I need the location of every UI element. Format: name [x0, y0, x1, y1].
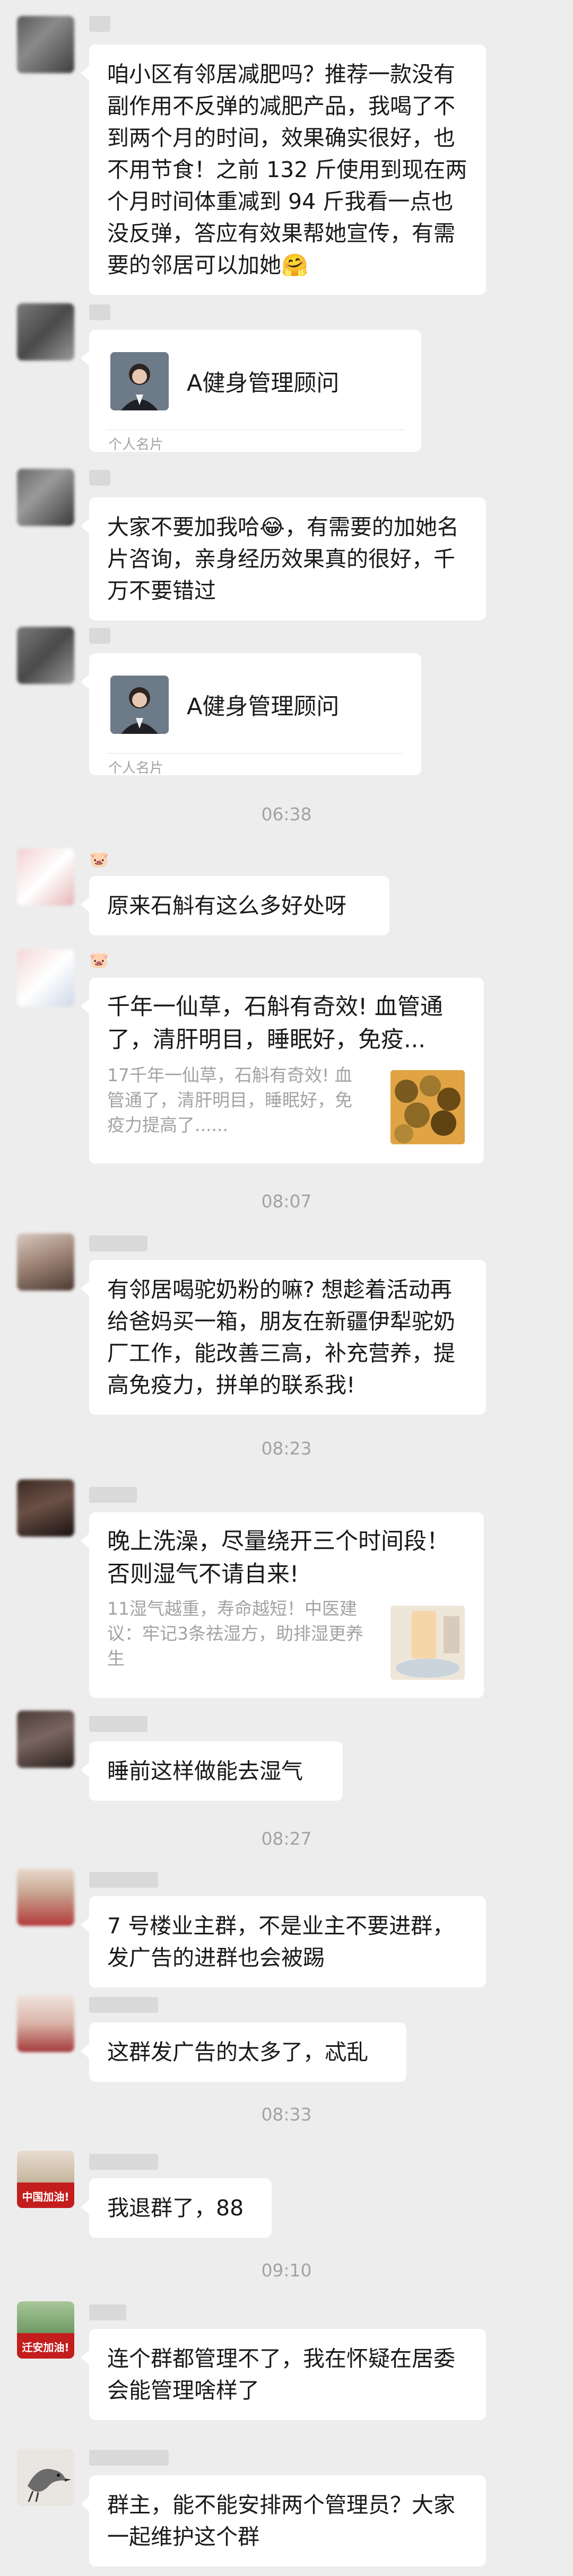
message-bubble[interactable]: 睡前这样做能去湿气	[81, 1741, 343, 1801]
timestamp: 09:10	[261, 2260, 312, 2281]
article-thumbnail	[390, 1070, 465, 1144]
article-summary: 11湿气越重，寿命越短！中医建议：牢记3条祛湿方，助排湿更养生	[107, 1598, 363, 1669]
message-bubble[interactable]: 7 号楼业主群，不是业主不要进群，发广告的进群也会被踢	[81, 1896, 486, 1987]
sender-name	[89, 1716, 147, 1732]
avatar[interactable]	[17, 949, 74, 1006]
contact-card[interactable]: A健身管理顾问 个人名片	[81, 653, 421, 776]
contact-photo	[110, 676, 169, 734]
message-bubble[interactable]: 有邻居喝驼奶粉的嘛? 想趁着活动再给爸妈买一箱，朋友在新疆伊犁驼奶厂工作，能改善…	[81, 1260, 486, 1415]
avatar[interactable]	[17, 1711, 74, 1768]
person-icon	[110, 352, 169, 410]
message-text: 群主，能不能安排两个管理员？大家一起维护这个群	[107, 2492, 455, 2549]
sender-name	[89, 2450, 169, 2466]
person-icon	[110, 676, 169, 734]
shared-article-card[interactable]: 晚上洗澡，尽量绕开三个时间段！否则湿气不请自来! 11湿气越重，寿命越短！中医建…	[81, 1512, 484, 1698]
message-text: 大家不要加我哈😂，有需要的加她名片咨询，亲身经历效果真的很好，千万不要错过	[107, 514, 459, 603]
message-bubble[interactable]: 我退群了，88	[81, 2178, 272, 2238]
pig-emoji: 🐷	[89, 851, 109, 869]
avatar[interactable]	[17, 303, 74, 361]
contact-card[interactable]: A健身管理顾问 个人名片	[81, 330, 421, 453]
avatar[interactable]	[17, 1233, 74, 1291]
message-text: 我退群了，88	[107, 2195, 244, 2221]
sender-name	[89, 2154, 158, 2170]
sender-name	[89, 1872, 158, 1888]
avatar[interactable]	[17, 1869, 74, 1926]
sender-name	[89, 16, 110, 32]
avatar[interactable]	[17, 16, 74, 73]
message-bubble[interactable]: 咱小区有邻居减肥吗？推荐一款没有副作用不反弹的减肥产品，我喝了不到两个月的时间，…	[81, 45, 486, 295]
sender-name	[89, 628, 110, 644]
contact-name: A健身管理顾问	[187, 694, 340, 720]
bird-icon	[17, 2449, 74, 2506]
avatar-badge-text: 迁安加油!	[22, 2341, 70, 2354]
message-bubble[interactable]: 连个群都管理不了，我在怀疑在居委会能管理啥样了	[81, 2329, 486, 2420]
card-type-label: 个人名片	[108, 760, 164, 776]
message-text: 睡前这样做能去湿气	[107, 1758, 303, 1784]
sender-name	[89, 1236, 147, 1251]
avatar[interactable]	[17, 1995, 74, 2052]
message-bubble[interactable]: 群主，能不能安排两个管理员？大家一起维护这个群	[81, 2475, 486, 2566]
pig-emoji: 🐷	[89, 951, 109, 970]
sender-name: 🐷	[89, 851, 110, 869]
article-title: 千年一仙草，石斛有奇效! 血管通了，清肝明目，睡眠好，免疫...	[107, 994, 443, 1053]
avatar[interactable]: 中国加油!	[17, 2151, 74, 2208]
avatar[interactable]: 迁安加油!	[17, 2301, 74, 2359]
message-bubble[interactable]: 这群发广告的太多了，忒乱	[81, 2022, 406, 2082]
article-title: 晚上洗澡，尽量绕开三个时间段！否则湿气不请自来!	[107, 1528, 449, 1588]
message-text: 7 号楼业主群，不是业主不要进群，发广告的进群也会被踢	[107, 1913, 455, 1970]
timestamp: 08:07	[261, 1191, 312, 1212]
sender-name	[89, 304, 110, 320]
message-text: 连个群都管理不了，我在怀疑在居委会能管理啥样了	[107, 2346, 455, 2403]
avatar[interactable]	[17, 469, 74, 526]
message-text: 有邻居喝驼奶粉的嘛? 想趁着活动再给爸妈买一箱，朋友在新疆伊犁驼奶厂工作，能改善…	[107, 1277, 455, 1398]
dendrobium-image	[390, 1070, 465, 1144]
message-bubble[interactable]: 原来石斛有这么多好处呀	[81, 876, 389, 935]
avatar[interactable]	[17, 848, 74, 906]
timestamp: 08:23	[261, 1438, 312, 1459]
message-text: 这群发广告的太多了，忒乱	[107, 2039, 368, 2065]
avatar[interactable]	[17, 627, 74, 684]
sender-name	[89, 2305, 126, 2320]
avatar[interactable]	[17, 1479, 74, 1537]
article-summary: 17千年一仙草，石斛有奇效! 血管通了，清肝明目，睡眠好，免疫力提高了.....…	[107, 1065, 352, 1135]
sender-name: 🐷	[89, 951, 110, 970]
contact-photo	[110, 352, 169, 410]
timestamp: 06:38	[261, 804, 312, 825]
avatar-badge-text: 中国加油!	[22, 2191, 70, 2203]
timestamp: 08:27	[261, 1828, 312, 1849]
message-text: 原来石斛有这么多好处呀	[107, 893, 346, 918]
sender-name	[89, 1487, 137, 1503]
bath-image	[390, 1606, 465, 1680]
timestamp: 08:33	[261, 2104, 312, 2125]
shared-article-card[interactable]: 千年一仙草，石斛有奇效! 血管通了，清肝明目，睡眠好，免疫... 17千年一仙草…	[81, 978, 484, 1163]
sender-name	[89, 470, 110, 486]
sender-name	[89, 1997, 158, 2013]
message-bubble[interactable]: 大家不要加我哈😂，有需要的加她名片咨询，亲身经历效果真的很好，千万不要错过	[81, 497, 486, 620]
message-text: 咱小区有邻居减肥吗？推荐一款没有副作用不反弹的减肥产品，我喝了不到两个月的时间，…	[107, 62, 467, 278]
article-thumbnail	[390, 1606, 465, 1680]
contact-name: A健身管理顾问	[187, 370, 340, 397]
avatar[interactable]	[17, 2449, 74, 2506]
card-type-label: 个人名片	[108, 437, 164, 453]
